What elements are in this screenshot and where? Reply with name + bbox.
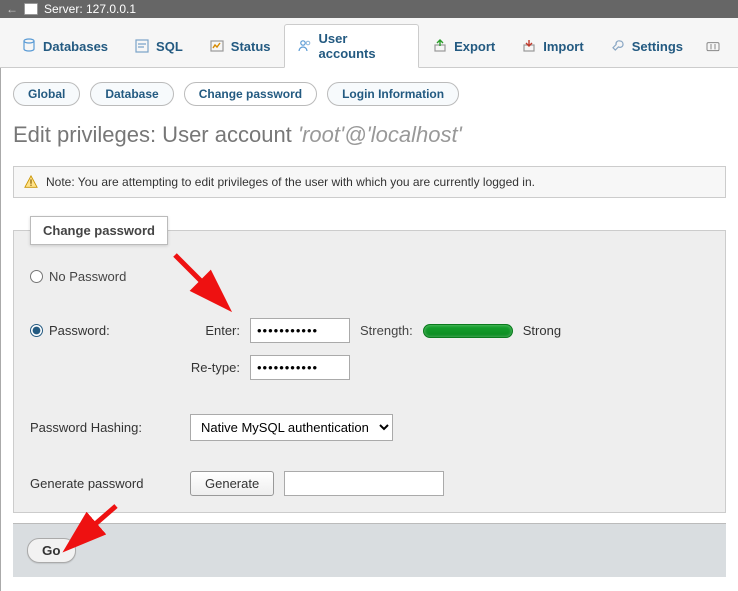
back-arrow-icon: ← [6, 2, 18, 16]
page-content: Global Database Change password Login In… [0, 68, 738, 591]
title-user-identifier: 'root'@'localhost' [298, 122, 462, 147]
strength-label: Strength: [360, 323, 413, 338]
status-icon [209, 38, 225, 54]
row-hashing: Password Hashing: Native MySQL authentic… [30, 414, 709, 441]
tab-import[interactable]: Import [508, 24, 596, 67]
subtab-database[interactable]: Database [90, 82, 173, 106]
tab-label: Import [543, 39, 583, 54]
password-label: Password: [49, 323, 110, 338]
tab-sql[interactable]: SQL [121, 24, 196, 67]
tab-more[interactable] [696, 24, 730, 67]
enter-label: Enter: [180, 323, 240, 338]
password-retype-input[interactable] [250, 355, 350, 380]
wrench-icon [610, 38, 626, 54]
tab-status[interactable]: Status [196, 24, 284, 67]
server-icon [24, 3, 38, 15]
tab-settings[interactable]: Settings [597, 24, 696, 67]
title-prefix: Edit privileges: User account [13, 122, 298, 147]
generate-button[interactable]: Generate [190, 471, 274, 496]
sql-icon [134, 38, 150, 54]
row-password-enter: Password: Enter: Strength: Strong [30, 318, 709, 343]
tab-label: Export [454, 39, 495, 54]
strength-meter [423, 324, 513, 338]
generate-label: Generate password [30, 476, 180, 491]
database-icon [21, 38, 37, 54]
warning-icon [24, 175, 38, 189]
tab-label: Status [231, 39, 271, 54]
tab-label: User accounts [319, 31, 407, 61]
change-password-fieldset: Change password No Password Password: En… [13, 216, 726, 513]
strength-value: Strong [523, 323, 561, 338]
tab-user-accounts[interactable]: User accounts [284, 24, 420, 68]
tab-label: Settings [632, 39, 683, 54]
users-icon [297, 38, 313, 54]
import-icon [521, 38, 537, 54]
row-password-retype: Re-type: [30, 355, 709, 380]
form-footer: Go [13, 523, 726, 577]
notice-text: Note: You are attempting to edit privile… [46, 175, 535, 189]
tab-databases[interactable]: Databases [8, 24, 121, 67]
password-radio[interactable] [30, 324, 43, 337]
subtab-change-password[interactable]: Change password [184, 82, 317, 106]
server-label: Server: 127.0.0.1 [44, 2, 136, 16]
tab-label: Databases [43, 39, 108, 54]
generated-password-input[interactable] [284, 471, 444, 496]
password-enter-input[interactable] [250, 318, 350, 343]
hashing-label: Password Hashing: [30, 420, 180, 435]
tab-export[interactable]: Export [419, 24, 508, 67]
row-no-password: No Password [30, 269, 709, 284]
subtab-login-information[interactable]: Login Information [327, 82, 459, 106]
more-icon [705, 38, 721, 54]
tab-label: SQL [156, 39, 183, 54]
page-title: Edit privileges: User account 'root'@'lo… [13, 122, 726, 148]
notice-banner: Note: You are attempting to edit privile… [13, 166, 726, 198]
hashing-select[interactable]: Native MySQL authentication [190, 414, 393, 441]
no-password-option[interactable]: No Password [30, 269, 126, 284]
server-topbar: ← Server: 127.0.0.1 [0, 0, 738, 18]
row-generate: Generate password Generate [30, 471, 709, 496]
main-tabbar: Databases SQL Status User accounts Expor… [0, 18, 738, 68]
export-icon [432, 38, 448, 54]
no-password-radio[interactable] [30, 270, 43, 283]
subtab-global[interactable]: Global [13, 82, 80, 106]
no-password-label: No Password [49, 269, 126, 284]
go-button[interactable]: Go [27, 538, 76, 563]
fieldset-legend: Change password [30, 216, 168, 245]
retype-label: Re-type: [180, 360, 240, 375]
password-option[interactable]: Password: [30, 323, 170, 338]
sub-tabbar: Global Database Change password Login In… [13, 82, 726, 106]
